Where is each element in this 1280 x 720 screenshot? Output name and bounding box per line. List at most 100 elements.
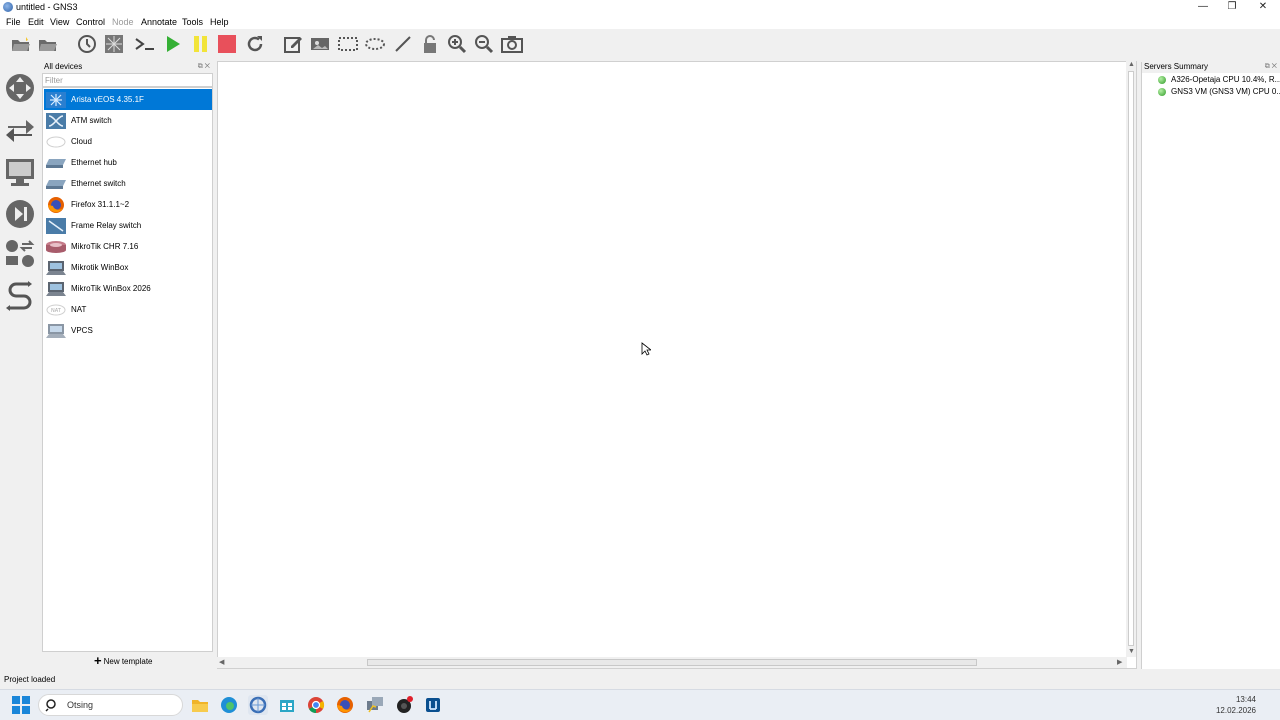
device-label: Mikrotik WinBox [71, 263, 129, 272]
edge-icon[interactable] [219, 695, 239, 715]
gns3-icon[interactable] [248, 695, 268, 715]
server-status-icon [1158, 87, 1166, 96]
device-label: MikroTik CHR 7.16 [71, 242, 139, 251]
menu-control[interactable]: Control [76, 17, 105, 27]
list-item-ethernet-switch[interactable]: Ethernet switch [44, 173, 212, 194]
taskbar-search-input[interactable]: Otsing [38, 694, 183, 716]
store-icon[interactable] [277, 695, 297, 715]
computer-icon [45, 280, 67, 297]
list-item-vpcs[interactable]: VPCS [44, 320, 212, 341]
server-row[interactable]: A326-Opetaja CPU 10.4%, R... [1158, 75, 1280, 84]
suspend-all-icon[interactable] [189, 33, 211, 55]
toolbar [0, 29, 1280, 59]
list-item-firefox[interactable]: Firefox 31.1.1~2 [44, 194, 212, 215]
screenshot-icon[interactable] [501, 33, 523, 55]
show-interface-labels-icon[interactable] [103, 33, 125, 55]
start-icon[interactable] [11, 695, 31, 715]
insert-picture-icon[interactable] [309, 33, 331, 55]
clock-time: 13:44 [1235, 695, 1256, 704]
scroll-left-icon[interactable]: ◀ [219, 658, 224, 666]
close-button[interactable]: ✕ [1248, 0, 1278, 15]
chrome-icon[interactable] [306, 695, 326, 715]
reload-all-icon[interactable] [244, 33, 266, 55]
list-item-mikrotik-winbox-2026[interactable]: MikroTik WinBox 2026 [44, 278, 212, 299]
canvas-vertical-scrollbar[interactable]: ▲ ▼ [1126, 61, 1136, 657]
menu-node[interactable]: Node [112, 17, 134, 27]
device-list: Arista vEOS 4.35.1F ATM switch Cloud Eth… [42, 87, 213, 652]
minimize-button[interactable]: — [1188, 0, 1218, 15]
server-label: GNS3 VM (GNS3 VM) CPU 0... [1171, 87, 1280, 96]
title-bar: untitled - GNS3 — ❐ ✕ [0, 0, 1280, 15]
draw-line-icon[interactable] [392, 33, 414, 55]
scrollbar-thumb[interactable] [1128, 71, 1134, 646]
recorder-icon[interactable] [394, 695, 414, 715]
scroll-right-icon[interactable]: ▶ [1117, 658, 1122, 666]
start-all-icon[interactable] [162, 33, 184, 55]
list-item-arista[interactable]: Arista vEOS 4.35.1F [44, 89, 212, 110]
new-template-button[interactable]: + New template [94, 653, 153, 668]
draw-ellipse-icon[interactable] [364, 33, 386, 55]
zoom-in-icon[interactable] [446, 33, 468, 55]
browse-security-devices-icon[interactable] [4, 198, 36, 230]
app-icon[interactable] [423, 695, 443, 715]
lock-icon[interactable] [419, 33, 441, 55]
devices-panel-title: All devices [44, 62, 83, 71]
device-label: Cloud [71, 137, 92, 146]
svg-text:NAT: NAT [51, 308, 62, 314]
filter-input[interactable]: Filter [42, 73, 213, 87]
search-placeholder: Otsing [67, 700, 94, 710]
browse-all-devices-icon[interactable] [4, 238, 36, 270]
panel-float-close-icons[interactable]: ⧉ ✕ [198, 63, 210, 71]
stop-all-icon[interactable] [216, 33, 238, 55]
file-explorer-icon[interactable] [190, 695, 210, 715]
list-item-nat[interactable]: NAT NAT [44, 299, 212, 320]
panel-float-close-icons[interactable]: ⧉ ✕ [1265, 63, 1277, 71]
topology-canvas[interactable] [217, 61, 1137, 669]
add-note-icon[interactable] [282, 33, 304, 55]
open-folder-icon[interactable] [10, 33, 32, 55]
devices-panel: All devices ⧉ ✕ Filter Arista vEOS 4.35.… [42, 62, 213, 669]
list-item-ethernet-hub[interactable]: Ethernet hub [44, 152, 212, 173]
new-template-label: New template [103, 656, 153, 666]
putty-icon[interactable] [365, 695, 385, 715]
taskbar-clock[interactable]: 13:44 12.02.2026 [1216, 694, 1256, 716]
list-item-mikrotik-winbox[interactable]: Mikrotik WinBox [44, 257, 212, 278]
device-label: ATM switch [71, 116, 112, 125]
menu-file[interactable]: File [6, 17, 21, 27]
mouse-cursor-icon [641, 342, 651, 356]
menu-view[interactable]: View [50, 17, 69, 27]
menu-annotate[interactable]: Annotate [141, 17, 177, 27]
ethernet-switch-icon [45, 175, 67, 192]
list-item-frame-relay-switch[interactable]: Frame Relay switch [44, 215, 212, 236]
server-row[interactable]: GNS3 VM (GNS3 VM) CPU 0... [1158, 87, 1280, 96]
ethernet-hub-icon [45, 154, 67, 171]
device-label: NAT [71, 305, 87, 314]
zoom-out-icon[interactable] [473, 33, 495, 55]
scrollbar-thumb[interactable] [367, 659, 977, 666]
nat-icon: NAT [45, 301, 67, 318]
firefox-icon[interactable] [335, 695, 355, 715]
browse-switches-icon[interactable] [4, 114, 36, 146]
list-item-mikrotik-chr[interactable]: MikroTik CHR 7.16 [44, 236, 212, 257]
snapshot-icon[interactable] [76, 33, 98, 55]
plus-icon: + [94, 653, 102, 668]
browse-routers-icon[interactable] [4, 72, 36, 104]
scroll-down-icon[interactable]: ▼ [1128, 648, 1135, 655]
device-label: Frame Relay switch [71, 221, 142, 230]
canvas-horizontal-scrollbar[interactable]: ◀ ▶ [217, 657, 1127, 668]
menu-help[interactable]: Help [210, 17, 229, 27]
list-item-atm-switch[interactable]: ATM switch [44, 110, 212, 131]
browse-end-devices-icon[interactable] [4, 156, 36, 188]
arista-icon [45, 91, 67, 108]
menu-tools[interactable]: Tools [182, 17, 203, 27]
list-item-cloud[interactable]: Cloud [44, 131, 212, 152]
menu-bar: File Edit View Control Node Annotate Too… [0, 15, 1280, 29]
open-project-icon[interactable] [37, 33, 59, 55]
menu-edit[interactable]: Edit [28, 17, 44, 27]
maximize-button[interactable]: ❐ [1217, 0, 1247, 15]
search-icon [45, 699, 56, 712]
add-link-icon[interactable] [4, 280, 36, 312]
draw-rectangle-icon[interactable] [337, 33, 359, 55]
console-icon[interactable] [134, 33, 156, 55]
scroll-up-icon[interactable]: ▲ [1128, 61, 1135, 68]
